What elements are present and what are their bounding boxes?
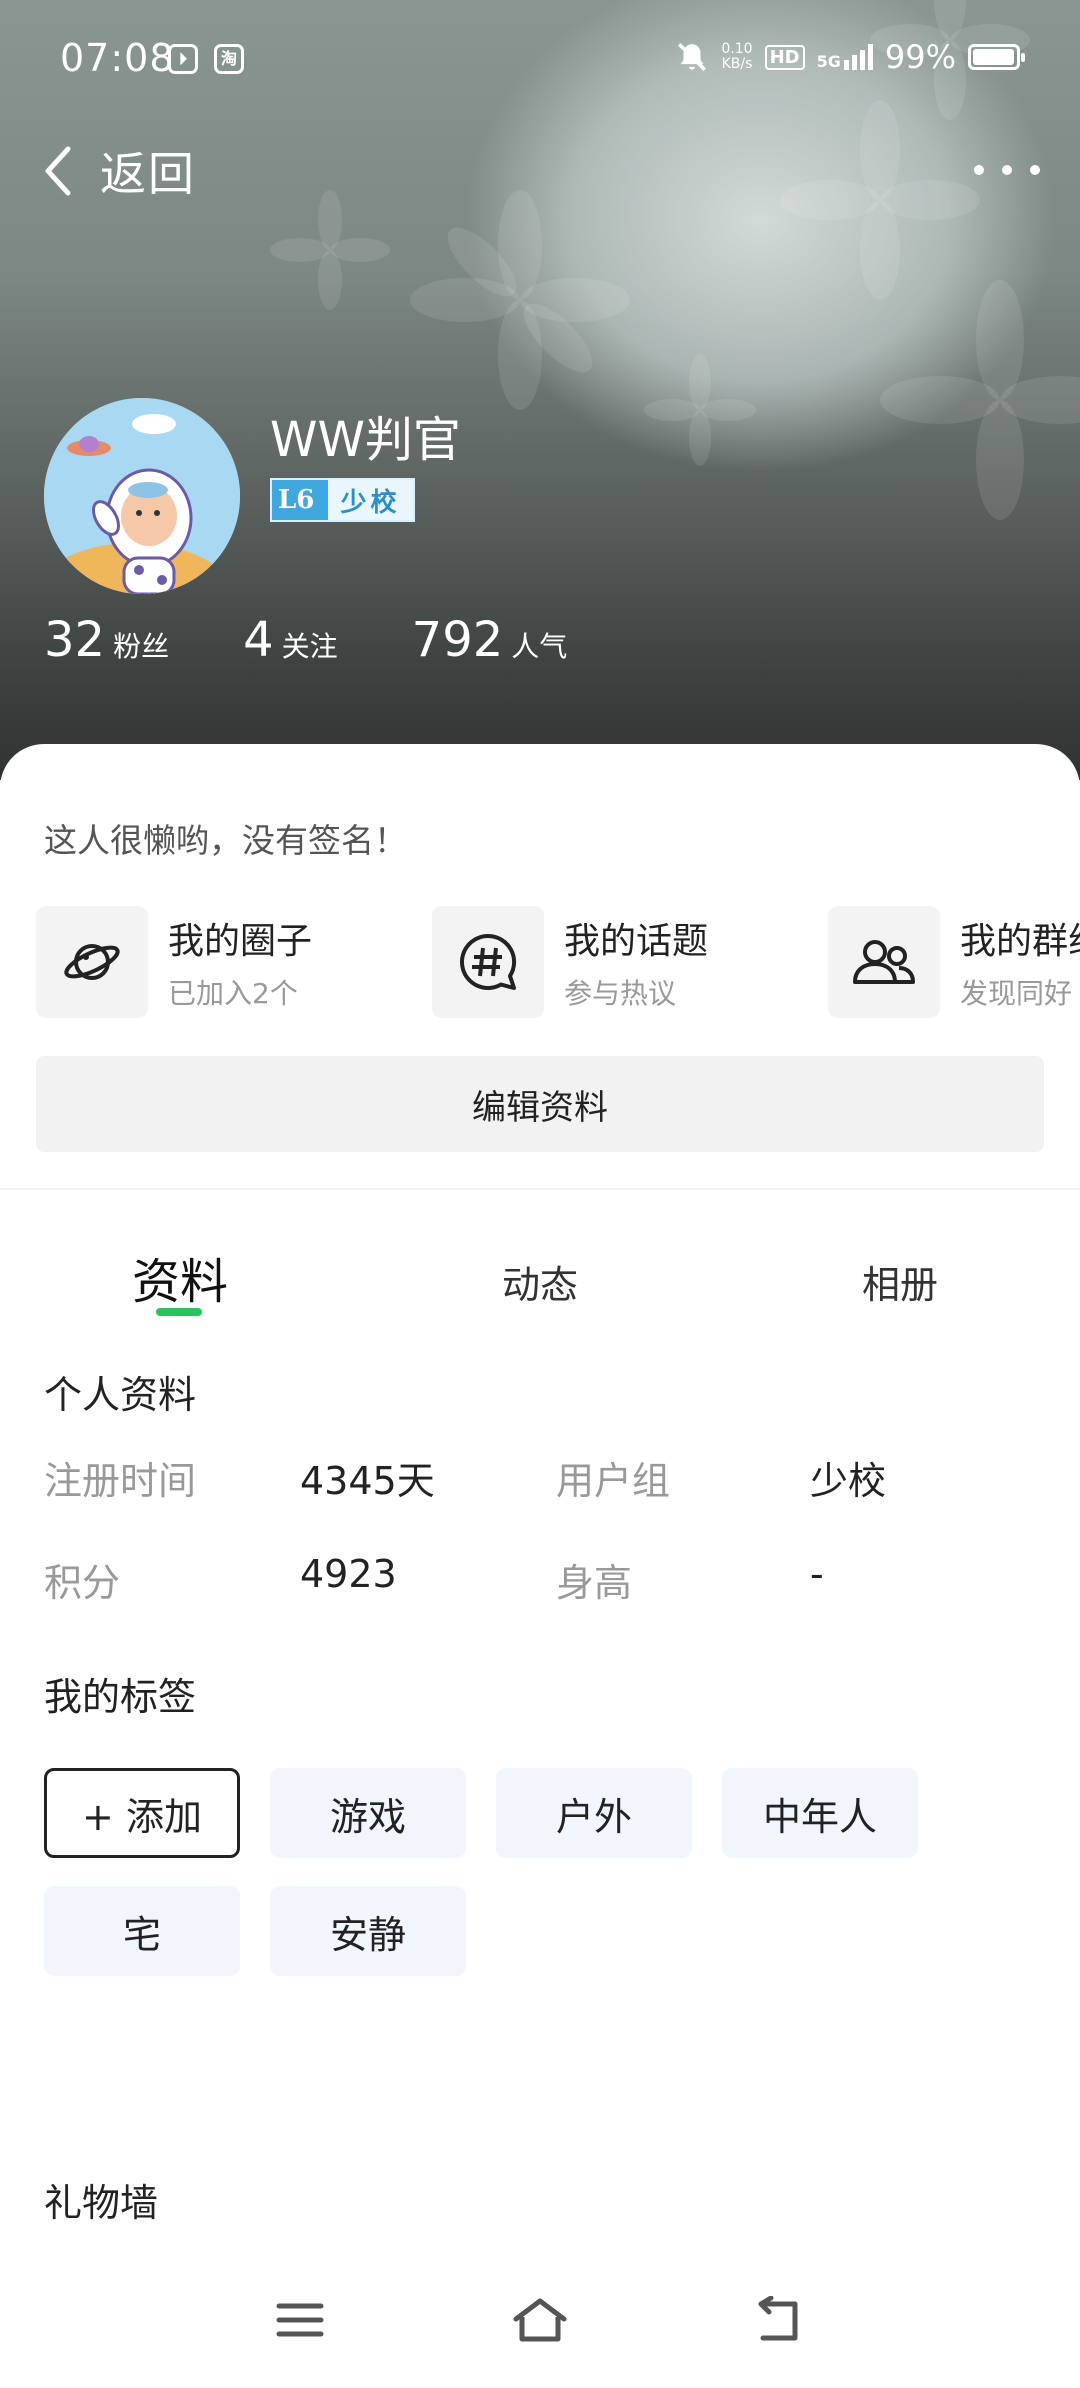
profile-page: 07:08 ⏵ 淘 0.10 KB/s HD 5G 99% 返回 WW判官 L6… bbox=[0, 0, 1080, 2388]
shortcut-my-circles[interactable]: 我的圈子 已加入2个 bbox=[36, 904, 312, 1020]
info-value: 4345天 bbox=[300, 1459, 435, 1503]
shortcut-title: 我的圈子 bbox=[168, 921, 313, 962]
net-speed-unit: KB/s bbox=[721, 56, 753, 72]
level-badge: L6 少校 bbox=[270, 478, 415, 522]
info-row: 注册时间 4345天 用户组 少校 bbox=[44, 1450, 1044, 1510]
stat-value: 792 bbox=[411, 612, 504, 668]
tab-profile-info[interactable]: 资料 bbox=[60, 1242, 300, 1312]
planet-icon bbox=[36, 906, 148, 1018]
battery-percent: 99% bbox=[884, 38, 956, 76]
avatar[interactable] bbox=[44, 398, 240, 594]
add-tag-button[interactable]: + 添加 bbox=[44, 1768, 240, 1858]
menu-icon bbox=[276, 2303, 324, 2337]
more-options-button[interactable] bbox=[974, 150, 1040, 190]
stat-label: 关注 bbox=[281, 630, 338, 663]
edit-profile-button[interactable]: 编辑资料 bbox=[36, 1056, 1044, 1152]
video-app-icon: ⏵ bbox=[168, 44, 198, 74]
tag-chip[interactable]: 宅 bbox=[44, 1886, 240, 1976]
hashtag-chat-icon bbox=[432, 906, 544, 1018]
level-value: L6 bbox=[278, 485, 315, 515]
back-arrow-icon bbox=[758, 2296, 798, 2341]
info-value: - bbox=[810, 1552, 824, 1596]
shortcut-title: 我的群组 bbox=[960, 921, 1080, 962]
net-speed: 0.10 KB/s bbox=[721, 42, 752, 72]
mute-bell-icon bbox=[678, 42, 707, 72]
menu-button[interactable] bbox=[265, 2290, 335, 2350]
chevron-left-icon bbox=[45, 146, 71, 196]
shortcut-subtitle: 已加入2个 bbox=[168, 977, 298, 1010]
shortcut-title: 我的话题 bbox=[564, 921, 709, 962]
profile-tabs: 资料 动态 相册 bbox=[0, 1224, 1080, 1334]
status-right-group: 0.10 KB/s HD 5G 99% bbox=[675, 38, 1025, 76]
tag-chip[interactable]: 安静 bbox=[270, 1886, 466, 1976]
taobao-app-icon: 淘 bbox=[214, 44, 244, 74]
gift-wall-title: 礼物墙 bbox=[44, 2181, 159, 2225]
status-bar: 07:08 ⏵ 淘 0.10 KB/s HD 5G 99% bbox=[0, 0, 1080, 120]
battery-icon bbox=[968, 44, 1025, 70]
tab-activity[interactable]: 动态 bbox=[420, 1254, 660, 1309]
section-divider bbox=[0, 1188, 1080, 1190]
stat-fans[interactable]: 32 粉丝 bbox=[44, 612, 169, 668]
active-tab-indicator bbox=[156, 1308, 202, 1316]
shortcut-my-topics[interactable]: 我的话题 参与热议 bbox=[432, 904, 708, 1020]
status-time: 07:08 bbox=[60, 36, 175, 80]
astronaut-avatar-illustration bbox=[44, 398, 240, 594]
info-label: 用户组 bbox=[556, 1459, 671, 1503]
group-icon bbox=[828, 906, 940, 1018]
net-speed-value: 0.10 bbox=[721, 41, 753, 57]
home-icon bbox=[513, 2298, 567, 2342]
top-nav: 返回 bbox=[0, 120, 1080, 220]
signature-text: 这人很懒哟，没有签名！ bbox=[44, 821, 407, 860]
shortcut-my-groups[interactable]: 我的群组 发现同好 bbox=[828, 904, 1080, 1020]
profile-stats: 32 粉丝 4 关注 792 人气 bbox=[44, 612, 641, 668]
info-label: 积分 bbox=[44, 1561, 121, 1605]
my-tags-title: 我的标签 bbox=[44, 1675, 197, 1719]
signal-label: 5G bbox=[816, 52, 841, 71]
stat-value: 32 bbox=[44, 612, 106, 668]
profile-card: 这人很懒哟，没有签名！ 我的圈子 已加入2个 我的话题 参与热议 我的群 发现同… bbox=[0, 744, 1080, 2388]
back-nav-button[interactable] bbox=[745, 2290, 815, 2350]
back-label: 返回 bbox=[100, 147, 196, 201]
tab-album[interactable]: 相册 bbox=[780, 1254, 1020, 1309]
stat-popularity: 792 人气 bbox=[412, 612, 568, 668]
tag-chip[interactable]: 中年人 bbox=[722, 1768, 918, 1858]
shortcut-subtitle: 发现同好 bbox=[960, 977, 1073, 1010]
more-dot-icon bbox=[1002, 165, 1012, 175]
rank-label: 少校 bbox=[328, 480, 413, 520]
tag-chip[interactable]: 游戏 bbox=[270, 1768, 466, 1858]
shortcut-row: 我的圈子 已加入2个 我的话题 参与热议 我的群 发现同好 bbox=[36, 904, 1080, 1024]
personal-info-title: 个人资料 bbox=[44, 1373, 197, 1417]
home-button[interactable] bbox=[505, 2290, 575, 2350]
stat-label: 粉丝 bbox=[113, 630, 170, 663]
tag-chip[interactable]: 户外 bbox=[496, 1768, 692, 1858]
stat-value: 4 bbox=[243, 612, 274, 668]
system-nav-bar bbox=[0, 2250, 1080, 2388]
more-dot-icon bbox=[1030, 165, 1040, 175]
info-value: 4923 bbox=[300, 1552, 397, 1596]
back-button[interactable]: 返回 bbox=[38, 138, 196, 204]
info-value: 少校 bbox=[810, 1459, 887, 1503]
info-label: 身高 bbox=[556, 1561, 633, 1605]
more-dot-icon bbox=[974, 165, 984, 175]
stat-label: 人气 bbox=[511, 630, 568, 663]
username: WW判官 bbox=[270, 412, 461, 468]
stat-following[interactable]: 4 关注 bbox=[243, 612, 338, 668]
shortcut-subtitle: 参与热议 bbox=[564, 977, 677, 1010]
signal-5g-icon: 5G bbox=[817, 44, 873, 70]
hd-icon: HD bbox=[764, 44, 805, 70]
info-row: 积分 4923 身高 - bbox=[44, 1552, 1044, 1612]
info-label: 注册时间 bbox=[44, 1459, 197, 1503]
